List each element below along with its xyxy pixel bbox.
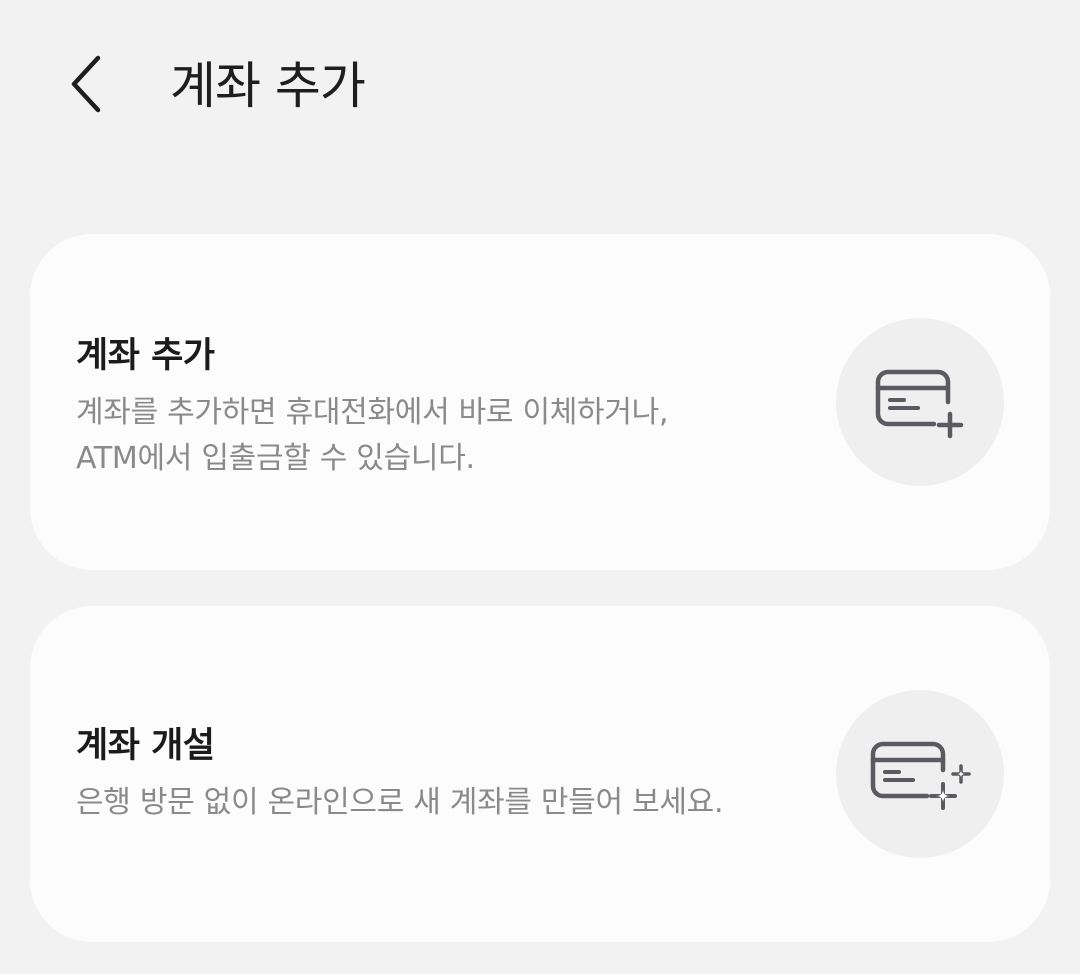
open-account-icon-circle [836, 690, 1004, 858]
add-account-card[interactable]: 계좌 추가 계좌를 추가하면 휴대전화에서 바로 이체하거나, ATM에서 입출… [30, 234, 1050, 570]
chevron-left-icon [71, 55, 101, 113]
open-account-description: 은행 방문 없이 온라인으로 새 계좌를 만들어 보세요. [76, 785, 724, 820]
open-account-title: 계좌 개설 [76, 726, 215, 766]
card-add-icon [875, 369, 964, 439]
card-sparkle-icon [870, 741, 971, 810]
open-account-card[interactable]: 계좌 개설 은행 방문 없이 온라인으로 새 계좌를 만들어 보세요. [30, 606, 1050, 942]
page-title: 계좌 추가 [170, 57, 366, 115]
back-button[interactable] [48, 44, 128, 124]
add-account-title: 계좌 추가 [76, 336, 215, 376]
add-account-icon-circle [836, 318, 1004, 486]
app-header: 계좌 추가 [0, 0, 1080, 170]
add-account-description: 계좌를 추가하면 휴대전화에서 바로 이체하거나, ATM에서 입출금할 수 있… [76, 395, 669, 476]
open-account-text: 계좌 개설 은행 방문 없이 온라인으로 새 계좌를 만들어 보세요. [76, 724, 796, 826]
add-account-text: 계좌 추가 계좌를 추가하면 휴대전화에서 바로 이체하거나, ATM에서 입출… [76, 334, 796, 482]
